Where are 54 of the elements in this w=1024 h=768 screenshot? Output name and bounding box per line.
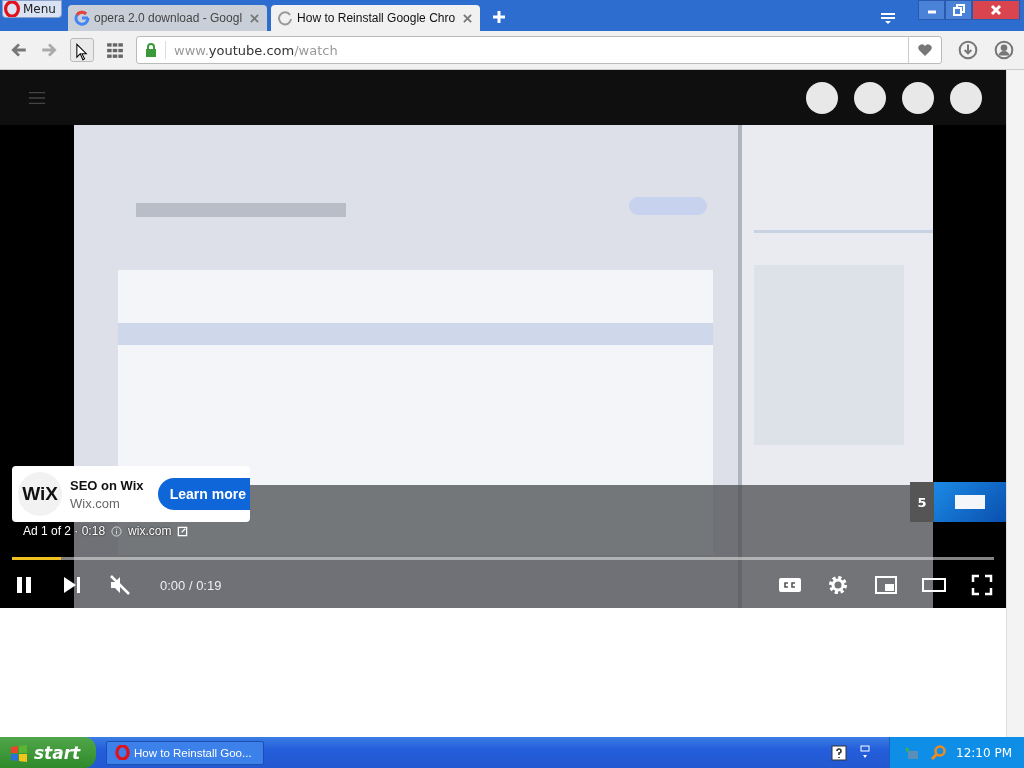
- tab-menu-icon[interactable]: [880, 11, 896, 25]
- external-link-icon[interactable]: [177, 525, 189, 537]
- up-next-thumbnail[interactable]: 5: [910, 482, 1006, 522]
- speed-dial-button[interactable]: [70, 38, 94, 62]
- fullscreen-icon[interactable]: [970, 573, 994, 597]
- close-button[interactable]: [972, 0, 1020, 20]
- taskbar-window-button[interactable]: How to Reinstall Goo...: [106, 740, 264, 765]
- menu-button[interactable]: Menu: [2, 0, 62, 18]
- clock: 12:10 PM: [956, 745, 1012, 760]
- close-tab-icon[interactable]: [463, 13, 473, 23]
- start-button[interactable]: start: [0, 737, 96, 768]
- learn-more-button[interactable]: Learn more: [157, 478, 250, 510]
- google-g-icon: [73, 10, 90, 26]
- restore-button[interactable]: [945, 0, 972, 20]
- header-circle-icon[interactable]: [902, 81, 934, 114]
- ad-link[interactable]: wix.com: [128, 524, 172, 538]
- account-icon[interactable]: [994, 40, 1014, 60]
- header-circle-icon[interactable]: [854, 81, 886, 114]
- up-next-count: 5: [916, 493, 928, 512]
- ad-title: SEO on Wix: [70, 477, 145, 493]
- help-icon[interactable]: [831, 744, 847, 761]
- muted-speaker-icon[interactable]: [108, 573, 132, 597]
- browser-tab[interactable]: How to Reinstall Google Chro: [271, 5, 481, 31]
- miniplayer-icon[interactable]: [874, 573, 898, 597]
- mouse-pointer-icon: [76, 43, 88, 61]
- back-icon[interactable]: [10, 41, 28, 59]
- address-field[interactable]: www.youtube.com/watch: [136, 36, 942, 64]
- browser-tab[interactable]: opera 2.0 download - Googl: [67, 5, 268, 31]
- info-icon[interactable]: [111, 525, 123, 537]
- opera-logo-icon: [4, 1, 20, 17]
- scrollbar[interactable]: [1006, 70, 1024, 737]
- header-circle-icon[interactable]: [806, 81, 838, 114]
- grid-icon[interactable]: [106, 41, 124, 59]
- heart-icon[interactable]: [917, 43, 933, 57]
- ad-logo: WiX: [18, 472, 62, 516]
- tab-title: opera 2.0 download - Googl: [93, 11, 243, 25]
- time-display: 0:00 / 0:19: [160, 577, 222, 593]
- progress-track[interactable]: [12, 557, 994, 560]
- windows-flag-icon: [10, 743, 28, 762]
- header-circle-icon[interactable]: [950, 81, 982, 114]
- minimize-button[interactable]: [918, 0, 945, 20]
- settings-icon[interactable]: [826, 573, 850, 597]
- download-icon[interactable]: [958, 40, 978, 60]
- close-icon: [990, 4, 1002, 16]
- tab-title: How to Reinstall Google Chro: [297, 11, 456, 25]
- new-tab-icon[interactable]: [492, 10, 507, 24]
- close-tab-icon[interactable]: [250, 13, 260, 23]
- restore-icon: [952, 4, 965, 16]
- opera-logo-icon: [115, 745, 130, 760]
- url-text: www.youtube.com/watch: [174, 42, 338, 58]
- ad-site: Wix.com: [70, 495, 121, 511]
- thumbnail-drawing: [934, 482, 1006, 522]
- loading-spinner-icon: [277, 10, 294, 26]
- ad-counter: Ad 1 of 2 · 0:18: [23, 524, 106, 538]
